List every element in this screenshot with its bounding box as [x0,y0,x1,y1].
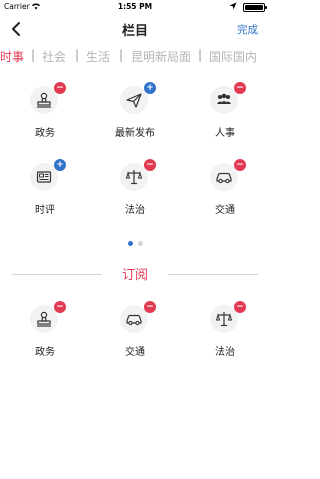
column-label: 最新发布 [115,128,155,139]
location-arrow-icon [229,2,237,12]
tab-shenghuo[interactable]: 生活 [86,48,110,65]
tab-kunming[interactable]: 昆明新局面 [131,48,191,65]
remove-badge-icon[interactable]: − [54,82,66,94]
remove-badge-icon[interactable]: − [234,301,246,313]
tab-shehui[interactable]: 社会 [42,48,66,65]
done-button[interactable]: 完成 [237,22,258,37]
page-dot[interactable] [138,241,143,246]
subscribed-label: 法治 [215,347,235,358]
tab-shishi[interactable]: 时事 [0,48,24,65]
navigation-bar: 栏目 完成 [0,14,270,44]
tab-separator: | [119,48,124,62]
remove-badge-icon[interactable]: − [144,301,156,313]
page-dot-active[interactable] [128,241,133,246]
car-icon [126,314,142,326]
people-icon [217,93,231,104]
column-item-fazhi[interactable]: − 法治 [115,159,156,216]
tab-separator: | [198,48,203,62]
battery-icon [243,3,267,12]
column-item-shiping[interactable]: + 时评 [25,159,66,216]
remove-badge-icon[interactable]: − [234,159,246,171]
column-item-zhengwu[interactable]: − 政务 [25,82,66,139]
status-bar: Carrier 1:55 PM [0,0,270,14]
column-label: 人事 [215,128,235,139]
scales-icon [125,170,143,185]
scales-icon [215,312,233,327]
remove-badge-icon[interactable]: − [144,159,156,171]
subscribed-item-jiaotong[interactable]: − 交通 [115,301,156,358]
add-badge-icon[interactable]: + [144,82,156,94]
column-label: 政务 [35,128,55,139]
column-label: 法治 [125,205,145,216]
category-tabs: 时事 | 社会 | 生活 | 昆明新局面 | 国际国内 [0,46,270,68]
subscribed-label: 政务 [35,347,55,358]
column-item-zuixinfabu[interactable]: + 最新发布 [115,82,156,139]
page-indicator [0,241,270,247]
chevron-left-icon [12,22,20,36]
tab-guoji[interactable]: 国际国内 [209,48,257,65]
government-stamp-icon [37,92,51,108]
page-title: 栏目 [121,24,148,39]
subscribed-item-fazhi[interactable]: − 法治 [205,301,246,358]
subscribed-item-zhengwu[interactable]: − 政务 [25,301,66,358]
back-button[interactable] [8,20,26,38]
remove-badge-icon[interactable]: − [54,301,66,313]
column-item-renshi[interactable]: − 人事 [205,82,246,139]
remove-badge-icon[interactable]: − [234,82,246,94]
government-stamp-icon [37,311,51,327]
tab-separator: | [75,48,80,62]
divider-right [168,274,258,275]
column-label: 时评 [35,205,55,216]
paper-plane-icon [126,93,142,108]
column-label: 交通 [215,205,235,216]
subscribed-label: 交通 [125,347,145,358]
car-icon [216,172,232,184]
add-badge-icon[interactable]: + [54,159,66,171]
column-item-jiaotong[interactable]: − 交通 [205,159,246,216]
tab-separator: | [31,48,36,62]
newspaper-icon [36,171,52,183]
